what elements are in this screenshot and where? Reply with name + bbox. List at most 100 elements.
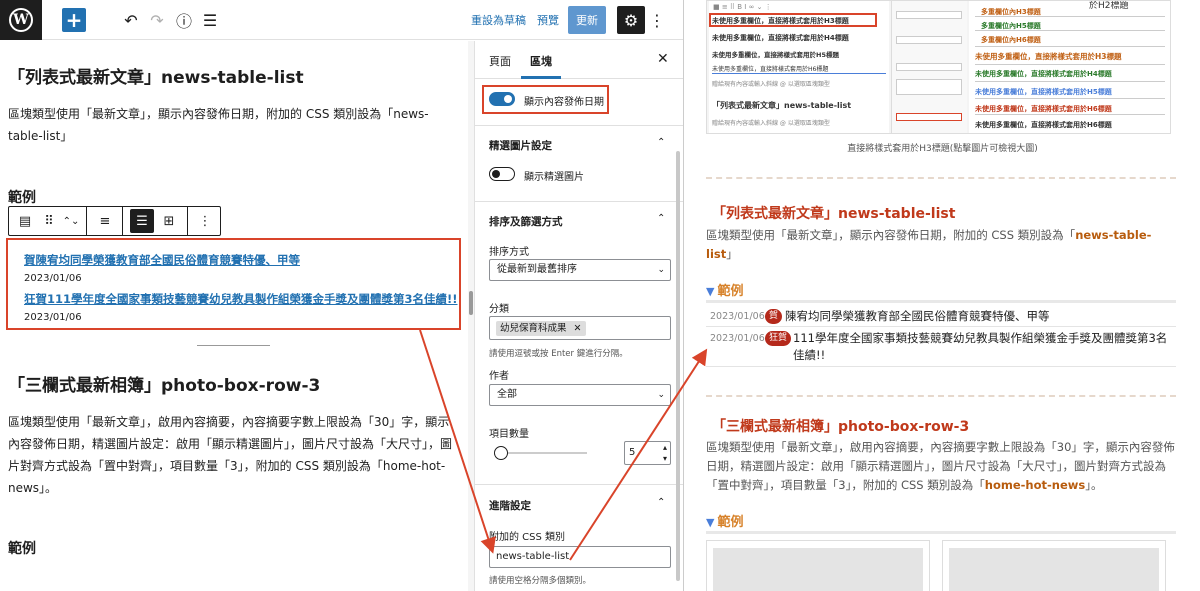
separator-block[interactable] — [197, 345, 270, 346]
news-date: 2023/01/06 — [710, 333, 765, 344]
tab-block[interactable]: 區塊 — [530, 53, 552, 69]
css-class-input[interactable]: news-table-list — [489, 546, 671, 568]
heading-news-table-list[interactable]: 「列表式最新文章」news-table-list — [8, 63, 304, 88]
css-class-highlight: home-hot-news — [984, 478, 1086, 492]
show-date-toggle[interactable] — [489, 92, 515, 106]
example-heading[interactable]: 範例 — [8, 538, 36, 558]
category-token[interactable]: 幼兒保育科成果 ✕ — [496, 321, 586, 336]
scrollbar-thumb[interactable] — [469, 291, 473, 315]
thumb-field — [896, 36, 962, 44]
chevron-down-icon: ⌄ — [657, 265, 665, 275]
news-row-divider — [706, 366, 1176, 367]
block-options-icon[interactable]: ⋮ — [193, 209, 217, 233]
category-label: 分類 — [489, 304, 509, 315]
author-select[interactable]: 全部 ⌄ — [489, 384, 671, 406]
chevron-up-icon[interactable]: ⌃ — [657, 497, 665, 508]
undo-icon[interactable]: ↶ — [119, 8, 143, 32]
photo-placeholder — [949, 548, 1159, 591]
grid-view-icon[interactable]: ⊞ — [157, 209, 181, 233]
news-badge: 賀 — [765, 309, 783, 324]
spinner-icon[interactable]: ▴ ▾ — [663, 442, 667, 464]
tab-page[interactable]: 頁面 — [489, 53, 511, 69]
thumb-row: 未使用多重欄位，直接將樣式套用於H6標題 — [712, 66, 829, 73]
thumb-field — [896, 79, 962, 95]
wordpress-logo[interactable]: W — [0, 0, 42, 40]
latest-post-link[interactable]: 狂賀111學年度全國家事類技藝競賽幼兒教具製作組榮獲金手獎及團體獎第3名佳績!! — [24, 291, 458, 307]
redo-icon[interactable]: ↷ — [145, 8, 169, 32]
editor-canvas: 「列表式最新文章」news-table-list 區塊類型使用「最新文章」，顯示… — [0, 41, 468, 591]
wordpress-icon: W — [9, 8, 33, 32]
item-count-slider-track[interactable] — [499, 452, 587, 454]
panel-divider — [475, 484, 683, 485]
thumbnail-editor-area: ■ ≡ ⠿ B I ∞ ⌄ ⋮ 未使用多重欄位，直接將樣式套用於H3標題 未使用… — [709, 1, 889, 133]
show-date-label: 顯示內容發佈日期 — [524, 97, 604, 108]
update-button[interactable]: 更新 — [568, 6, 606, 34]
sidebar-tabs: 頁面 區塊 ✕ — [475, 41, 683, 79]
settings-gear-icon[interactable]: ⚙ — [617, 6, 645, 34]
item-count-slider-handle[interactable] — [494, 446, 508, 460]
list-view-icon[interactable]: ☰ — [198, 8, 222, 32]
item-count-value: 5 — [629, 447, 636, 458]
options-more-icon[interactable]: ⋮ — [649, 8, 665, 32]
add-block-icon[interactable]: + — [62, 8, 86, 32]
example-underline — [706, 300, 1176, 303]
category-token-label: 幼兒保育科成果 — [500, 323, 567, 334]
sort-filter-section-title[interactable]: 排序及篩選方式 — [489, 214, 563, 229]
category-token-field[interactable]: 幼兒保育科成果 ✕ — [489, 316, 671, 340]
latest-post-link[interactable]: 賀陳宥均同學榮獲教育部全國民俗體育競賽特優、甲等 — [24, 252, 300, 268]
thumb-row: 未使用多重欄位，直接將樣式套用於H5標題 — [712, 51, 839, 59]
latest-posts-block[interactable]: 賀陳宥均同學榮獲教育部全國民俗體育競賽特優、甲等 2023/01/06 狂賀11… — [6, 238, 461, 330]
token-remove-icon[interactable]: ✕ — [574, 323, 582, 334]
example-heading[interactable]: 範例 — [8, 187, 36, 207]
thumbnail-heading-list: 於H2標題 多重欄位內H3標題 多重欄位內H5標題 多重欄位內H6標題 未使用多… — [969, 1, 1170, 133]
thumb-toolbar-text: ■ ≡ ⠿ B I ∞ ⌄ ⋮ — [713, 3, 772, 11]
screenshot-thumbnail[interactable]: ■ ≡ ⠿ B I ∞ ⌄ ⋮ 未使用多重欄位，直接將樣式套用於H3標題 未使用… — [706, 0, 1171, 134]
preview-paragraph-photo-box-row-3: 區塊類型使用「最新文章」，啟用內容摘要，內容摘要字數上限設為「30」字，顯示內容… — [706, 440, 1175, 492]
close-icon[interactable]: ✕ — [657, 51, 669, 67]
chevron-up-icon[interactable]: ⌃ — [657, 137, 665, 148]
news-title-link[interactable]: 111學年度全國家事類技藝競賽幼兒教具製作組榮獲金手獎及團體獎第3名佳績!! — [793, 330, 1177, 364]
info-icon[interactable]: ⓘ — [172, 8, 196, 32]
show-featured-image-toggle[interactable] — [489, 167, 515, 181]
thumb-line — [975, 30, 1165, 31]
item-count-input[interactable]: 5 ▴ ▾ — [624, 441, 671, 465]
thumb-subline: 贈給現有內容或輸入斜線 @ 以選取區塊類型 — [712, 120, 830, 127]
preview-heading-news-table-list: 「列表式最新文章」news-table-list — [712, 206, 956, 222]
heading-photo-box-row-3[interactable]: 「三欄式最新相簿」photo-box-row-3 — [8, 371, 320, 396]
category-help-text: 請使用逗號或按 Enter 鍵進行分隔。 — [489, 349, 628, 359]
preview-example-heading: ▼ 範例 — [706, 515, 744, 530]
thumb-line — [975, 81, 1165, 82]
author-value: 全部 — [497, 389, 517, 400]
latest-post-date: 2023/01/06 — [24, 312, 82, 323]
sidebar-scrollbar[interactable] — [676, 151, 680, 581]
thumb-item: 未使用多重欄位，直接將樣式套用於H6標題 — [975, 105, 1112, 113]
photo-card[interactable] — [942, 540, 1166, 591]
latest-post-date: 2023/01/06 — [24, 273, 82, 284]
news-title-link[interactable]: 陳宥均同學榮獲教育部全國民俗體育競賽特優、甲等 — [785, 308, 1175, 325]
drag-handle-icon[interactable]: ⠿ — [37, 209, 61, 233]
thumb-line — [975, 114, 1165, 115]
featured-image-section-title[interactable]: 精選圖片設定 — [489, 138, 552, 153]
paragraph-photo-box-row-3[interactable]: 區塊類型使用「最新文章」，啟用內容摘要，內容摘要字數上限設為「30」字，顯示內容… — [8, 411, 460, 499]
thumb-item: 未使用多重欄位，直接將樣式套用於H3標題 — [975, 52, 1122, 61]
toolbar-divider — [187, 207, 188, 235]
author-label: 作者 — [489, 371, 509, 382]
advanced-section-title[interactable]: 進階設定 — [489, 498, 531, 513]
align-icon[interactable]: ≡ — [93, 209, 117, 233]
thumb-field — [896, 113, 962, 121]
preview-button[interactable]: 預覽 — [537, 12, 559, 28]
move-up-down-icon[interactable]: ⌃⌄ — [59, 209, 83, 233]
photo-card[interactable] — [706, 540, 930, 591]
preview-paragraph-news-table-list: 區塊類型使用「最新文章」，顯示內容發佈日期，附加的 CSS 類別設為「news-… — [706, 228, 1152, 261]
thumb-row: 未使用多重欄位，直接將樣式套用於H4標題 — [712, 34, 849, 42]
block-type-icon[interactable]: ▤ — [13, 209, 37, 233]
editor-top-toolbar: W + ↶ ↷ ⓘ ☰ 重設為草稿 預覽 更新 ⚙ ⋮ — [0, 0, 683, 40]
sort-order-select[interactable]: 從最新到最舊排序 ⌄ — [489, 259, 671, 281]
paragraph-news-table-list[interactable]: 區塊類型使用「最新文章」，顯示內容發佈日期，附加的 CSS 類別設為「news-… — [8, 103, 460, 147]
list-view-toggle-icon[interactable]: ☰ — [130, 209, 154, 233]
chevron-up-icon[interactable]: ⌃ — [657, 213, 665, 224]
image-caption: 直接將樣式套用於H3標題(點擊圖片可檢視大圖) — [847, 144, 1038, 154]
switch-to-draft-button[interactable]: 重設為草稿 — [471, 12, 526, 28]
thumb-line — [975, 46, 1165, 47]
block-settings-sidebar: 頁面 區塊 ✕ 顯示內容發佈日期 精選圖片設定 ⌃ 顯示精選圖片 排序及篩選方式… — [474, 41, 683, 591]
